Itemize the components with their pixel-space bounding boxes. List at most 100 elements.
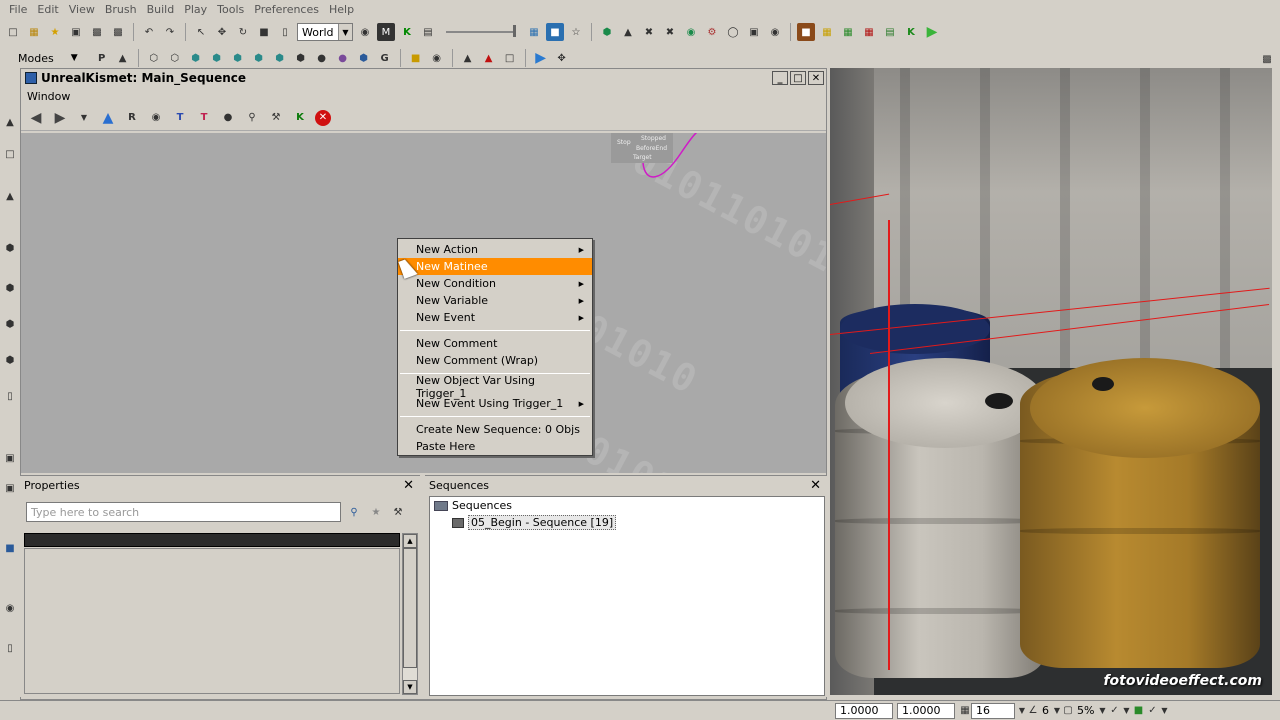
open-sequence-icon[interactable]: T xyxy=(171,109,189,127)
wrench-icon[interactable]: ⚒ xyxy=(267,109,285,127)
close-icon[interactable]: ✕ xyxy=(403,478,414,493)
back-arrow-icon[interactable]: ◀ xyxy=(27,109,45,127)
cube-gray-icon[interactable]: ⬢ xyxy=(292,49,310,67)
tool-icon[interactable]: ▲ xyxy=(2,114,18,130)
menu-edit[interactable]: Edit xyxy=(32,3,63,16)
menu-view[interactable]: View xyxy=(64,3,100,16)
tool-icon[interactable]: ⬢ xyxy=(2,280,18,296)
play-icon[interactable]: ▶ xyxy=(923,23,941,41)
context-menu-item[interactable]: Paste Here xyxy=(398,438,592,455)
light-icon[interactable]: ◯ xyxy=(724,23,742,41)
grid-snap-icon[interactable]: ▦ xyxy=(959,702,971,720)
properties-scrollbar[interactable]: ▲ ▼ xyxy=(402,533,418,695)
tool-icon[interactable]: ▲ xyxy=(2,188,18,204)
toolbar-slider[interactable] xyxy=(446,25,516,37)
brush-p-icon[interactable]: P xyxy=(93,49,111,67)
kismet-titlebar[interactable]: UnrealKismet: Main_Sequence _ □ ✕ xyxy=(21,69,826,87)
properties-search-input[interactable]: Type here to search xyxy=(26,502,341,522)
move-icon[interactable]: ✥ xyxy=(553,49,571,67)
grid-size-field[interactable]: 16 xyxy=(971,702,1015,719)
context-menu-item[interactable]: New Action ▶ xyxy=(398,241,592,258)
scroll-up-icon[interactable]: ▲ xyxy=(403,534,417,548)
menu-file[interactable]: File xyxy=(4,3,32,16)
build-all-icon[interactable]: ◉ xyxy=(682,23,700,41)
build-geometry-icon[interactable]: ⬢ xyxy=(598,23,616,41)
generic-browser-icon[interactable]: ▦ xyxy=(818,23,836,41)
volume-icon[interactable]: □ xyxy=(501,49,519,67)
favorite-star-icon[interactable]: ★ xyxy=(46,23,64,41)
snap-icon[interactable]: ■ xyxy=(546,23,564,41)
context-menu-item[interactable]: New Object Var Using Trigger_1 xyxy=(398,374,592,400)
window-icon[interactable]: ▣ xyxy=(745,23,763,41)
open-sequence-red-icon[interactable]: T xyxy=(195,109,213,127)
play-blue-icon[interactable]: ▶ xyxy=(532,49,550,67)
chevron-down-icon[interactable]: ▼ xyxy=(1121,702,1131,720)
stop-icon[interactable]: ✕ xyxy=(315,109,331,126)
kismet-launch-icon[interactable]: K xyxy=(902,23,920,41)
tool-icon[interactable]: ▣ xyxy=(2,450,18,466)
sound-cue-icon[interactable]: ▦ xyxy=(860,23,878,41)
tool-icon[interactable]: ⬢ xyxy=(2,240,18,256)
drag-grid-field-1[interactable]: 1.0000 xyxy=(835,702,893,719)
save-icon[interactable]: ▣ xyxy=(67,23,85,41)
menu-play[interactable]: Play xyxy=(179,3,212,16)
forward-arrow-icon[interactable]: ▶ xyxy=(51,109,69,127)
context-menu-item[interactable]: New Comment xyxy=(398,335,592,352)
context-menu-item[interactable]: New Event ▶ xyxy=(398,309,592,326)
tool-icon[interactable]: ⬢ xyxy=(2,352,18,368)
kismet-k-icon[interactable]: K xyxy=(291,109,309,127)
save-current-icon[interactable]: ▩ xyxy=(109,23,127,41)
context-menu-item[interactable]: New Comment (Wrap) xyxy=(398,352,592,369)
tool-icon[interactable]: ■ xyxy=(2,540,18,556)
scale-snap-icon[interactable]: ▢ xyxy=(1062,702,1074,720)
build-cover-icon[interactable]: ✖ xyxy=(661,23,679,41)
menu-help[interactable]: Help xyxy=(324,3,359,16)
chevron-down-icon[interactable]: ▼ xyxy=(1159,702,1169,720)
history-dropdown-icon[interactable]: ▼ xyxy=(75,109,93,127)
bookmark-icon[interactable]: ☆ xyxy=(567,23,585,41)
rotate-icon[interactable]: ↻ xyxy=(234,23,252,41)
matinee-icon[interactable]: M xyxy=(377,23,395,41)
tree-item-root[interactable]: Sequences xyxy=(434,499,512,512)
new-file-icon[interactable]: □ xyxy=(4,23,22,41)
cube-icon[interactable]: ⬡ xyxy=(145,49,163,67)
save-all-icon[interactable]: ▩ xyxy=(88,23,106,41)
scene-manager-icon[interactable]: ▦ xyxy=(839,23,857,41)
actor-red-icon[interactable]: ▲ xyxy=(480,49,498,67)
open-folder-icon[interactable]: ▦ xyxy=(25,23,43,41)
lightbulb-icon[interactable]: ● xyxy=(219,109,237,127)
context-menu-item[interactable]: New Condition ▶ xyxy=(398,275,592,292)
zoom-search-icon[interactable]: ⚲ xyxy=(243,109,261,127)
tool-icon[interactable]: ⬢ xyxy=(2,316,18,332)
maximize-button[interactable]: □ xyxy=(790,71,806,85)
minimize-button[interactable]: _ xyxy=(772,71,788,85)
menu-build[interactable]: Build xyxy=(142,3,180,16)
properties-list[interactable] xyxy=(24,548,400,694)
menu-window[interactable]: Window xyxy=(27,90,70,103)
chevron-down-icon[interactable]: ▼ xyxy=(1052,702,1062,720)
cube-solid-icon[interactable]: ⬢ xyxy=(187,49,205,67)
menu-brush[interactable]: Brush xyxy=(100,3,142,16)
cube-wire-icon[interactable]: ⬡ xyxy=(166,49,184,67)
tool-icon[interactable]: ▣ xyxy=(2,480,18,496)
eye-icon[interactable]: ◉ xyxy=(428,49,446,67)
actor-icon[interactable]: ▲ xyxy=(459,49,477,67)
binoculars-icon[interactable]: ◉ xyxy=(356,23,374,41)
grid-icon[interactable]: ▦ xyxy=(525,23,543,41)
build-paths-icon[interactable]: ✖ xyxy=(640,23,658,41)
tool-icon[interactable]: ▯ xyxy=(2,640,18,656)
undo-icon[interactable]: ↶ xyxy=(140,23,158,41)
scale-icon[interactable]: ■ xyxy=(255,23,273,41)
scale-nonuniform-icon[interactable]: ▯ xyxy=(276,23,294,41)
redo-icon[interactable]: ↷ xyxy=(161,23,179,41)
tree-item-sequence[interactable]: 05_Begin - Sequence [19] xyxy=(452,515,617,530)
scroll-thumb[interactable] xyxy=(403,548,417,668)
chevron-down-icon[interactable]: ▼ xyxy=(71,53,78,63)
hide-eye-icon[interactable]: ◉ xyxy=(147,109,165,127)
clapper-icon[interactable]: ▤ xyxy=(419,23,437,41)
pin-icon[interactable]: ▲ xyxy=(114,49,132,67)
menu-preferences[interactable]: Preferences xyxy=(249,3,324,16)
angle-snap-icon[interactable]: ∠ xyxy=(1027,702,1039,720)
close-icon[interactable]: ✕ xyxy=(810,478,821,493)
select-arrow-icon[interactable]: ↖ xyxy=(192,23,210,41)
